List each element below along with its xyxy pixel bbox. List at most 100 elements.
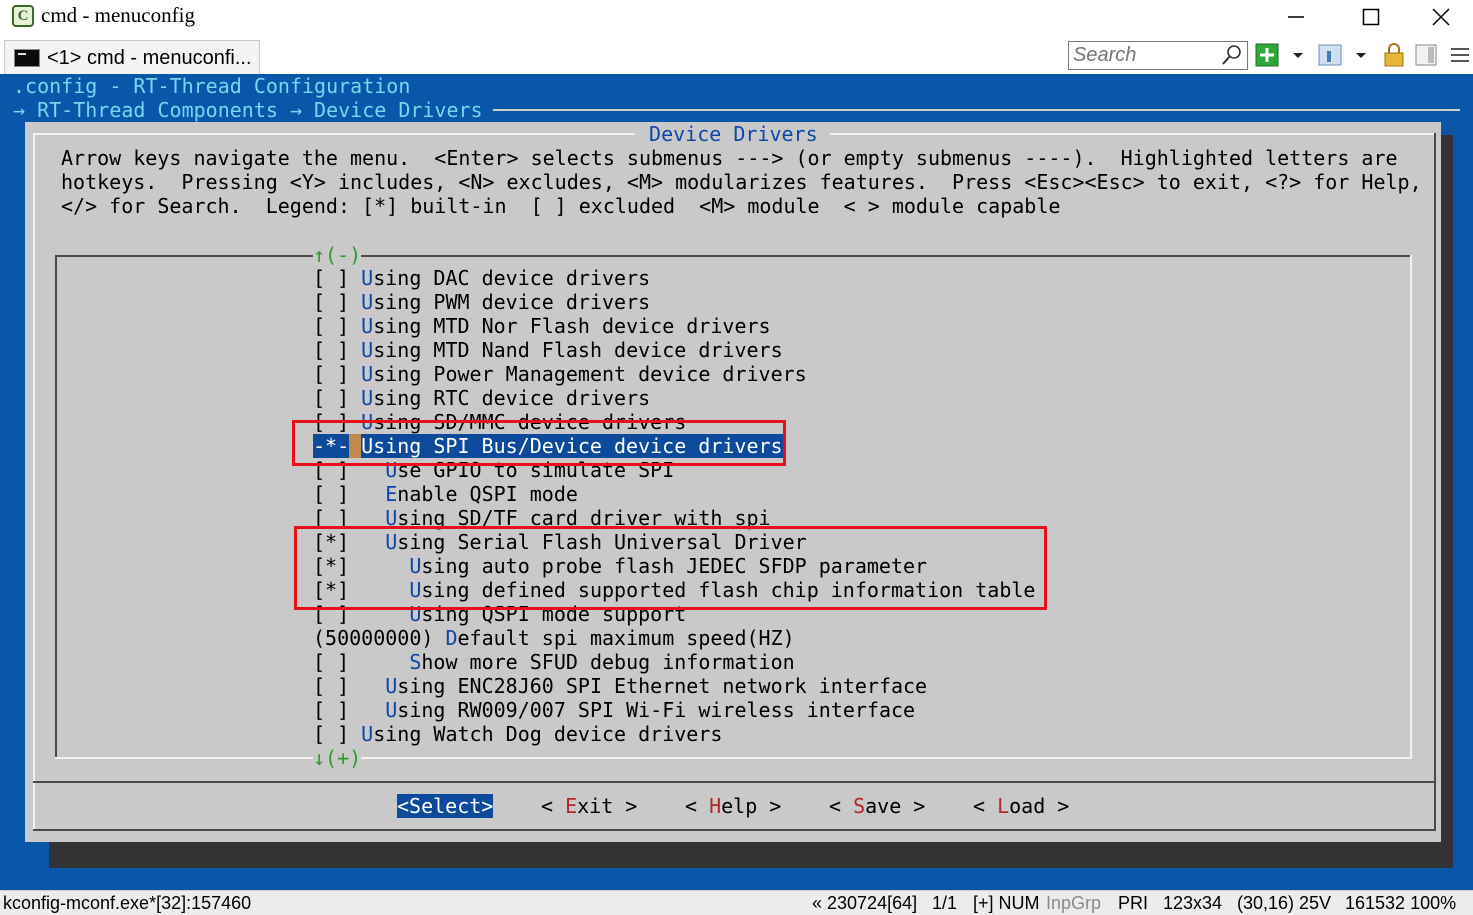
menu-item-hotkey: U: [361, 314, 374, 338]
annotation-box-sfud: [294, 526, 1047, 610]
menu-item-hotkey: S: [409, 650, 422, 674]
new-console-icon[interactable]: [1255, 43, 1279, 67]
menu-item-state: [ ]: [313, 290, 362, 314]
menu-item-hotkey: U: [361, 386, 374, 410]
dialog-border: [33, 133, 35, 830]
menu-item-label: sing RTC device drivers: [373, 386, 651, 410]
menu-item-label: sing ENC28J60 SPI Ethernet network inter…: [397, 674, 928, 698]
panel-icon[interactable]: [1414, 43, 1438, 67]
menu-item[interactable]: [ ] Using PWM device drivers: [313, 290, 650, 314]
help-text-line: Arrow keys navigate the menu. <Enter> se…: [61, 146, 1398, 170]
dialog-shadow: [1441, 135, 1453, 868]
button-label-part: <: [397, 794, 410, 818]
breadcrumb: → RT-Thread Components → Device Drivers: [13, 98, 483, 122]
dialog-button[interactable]: < Load >: [973, 794, 1069, 818]
dialog-button[interactable]: < Save >: [829, 794, 925, 818]
menu-item[interactable]: [ ] Using MTD Nor Flash device drivers: [313, 314, 771, 338]
tab-bar: <1> cmd - menuconfi...: [0, 36, 1473, 74]
menu-item-state: [ ]: [313, 482, 386, 506]
title-bar: C cmd - menuconfig: [0, 0, 1473, 36]
menu-item[interactable]: [ ] Using MTD Nand Flash device drivers: [313, 338, 783, 362]
dialog-button[interactable]: < Exit >: [541, 794, 637, 818]
dropdown-icon[interactable]: [1287, 43, 1309, 67]
menu-item-label: sing MTD Nor Flash device drivers: [373, 314, 771, 338]
close-button[interactable]: [1406, 0, 1473, 34]
menu-item-hotkey: U: [361, 362, 374, 386]
menuconfig-dialog: [25, 122, 1441, 842]
menu-item-label: sing Power Management device drivers: [373, 362, 807, 386]
search-icon[interactable]: [1221, 44, 1243, 66]
menu-item[interactable]: [ ] Using Power Management device driver…: [313, 362, 807, 386]
menu-icon[interactable]: [1448, 43, 1472, 67]
menu-item-label: sing Watch Dog device drivers: [373, 722, 723, 746]
status-process: kconfig-mconf.exe*[32]:157460: [3, 893, 252, 913]
status-bar: kconfig-mconf.exe*[32]:157460 « 230724[6…: [0, 890, 1473, 915]
status-field: « 230724[64]: [812, 893, 918, 913]
button-label-part: elect>: [421, 794, 494, 818]
dialog-button[interactable]: < Help >: [685, 794, 781, 818]
scroll-up-indicator: ↑(-): [313, 243, 362, 267]
menu-item-hotkey: U: [361, 338, 374, 362]
menu-item-hotkey: U: [361, 290, 374, 314]
menu-item[interactable]: (50000000) Default spi maximum speed(HZ): [313, 626, 795, 650]
button-label-part: S: [409, 794, 422, 818]
dialog-button[interactable]: <Select>: [397, 794, 494, 818]
button-label-part: <: [829, 794, 854, 818]
menu-item[interactable]: [ ] Using ENC28J60 SPI Ethernet network …: [313, 674, 927, 698]
dialog-title: Device Drivers: [637, 122, 830, 146]
button-label-part: oad >: [1009, 794, 1070, 818]
menu-box-border: [1410, 255, 1412, 758]
help-text-line: hotkeys. Pressing <Y> includes, <N> excl…: [61, 170, 1422, 194]
menu-box-border: [55, 255, 1411, 257]
minimize-button[interactable]: [1261, 0, 1331, 34]
scroll-down-indicator: ↓(+): [313, 746, 362, 770]
menu-item[interactable]: [ ] Show more SFUD debug information: [313, 650, 795, 674]
menu-item[interactable]: [ ] Using Watch Dog device drivers: [313, 722, 722, 746]
menu-item-state: [ ]: [313, 386, 362, 410]
lock-icon[interactable]: [1382, 43, 1406, 67]
help-text-line: </> for Search. Legend: [*] built-in [ ]…: [61, 194, 1061, 218]
menu-item[interactable]: [ ] Enable QSPI mode: [313, 482, 578, 506]
maximize-button[interactable]: [1336, 0, 1406, 34]
menu-item-hotkey: U: [385, 674, 398, 698]
status-field: 123x34: [1163, 893, 1223, 913]
menu-item-label: nable QSPI mode: [397, 482, 578, 506]
close-icon: [1432, 8, 1450, 26]
status-field: (30,16) 25V: [1237, 893, 1332, 913]
button-label-part: xit >: [577, 794, 638, 818]
terminal-icon: [14, 49, 40, 67]
view-icon[interactable]: [1318, 43, 1342, 67]
dialog-border: [1434, 133, 1436, 830]
button-label-part: <: [541, 794, 566, 818]
dropdown-icon[interactable]: [1350, 43, 1372, 67]
menu-item[interactable]: [ ] Using RW009/007 SPI Wi-Fi wireless i…: [313, 698, 915, 722]
status-field: 161532 100%: [1345, 893, 1457, 913]
app-icon: C: [12, 5, 34, 27]
button-label-part: <: [973, 794, 998, 818]
window-title: cmd - menuconfig: [41, 3, 195, 27]
button-label-part: ave >: [865, 794, 926, 818]
menu-item[interactable]: [ ] Using DAC device drivers: [313, 266, 650, 290]
menu-item-state: [ ]: [313, 266, 362, 290]
menu-item-state: [ ]: [313, 674, 386, 698]
menu-item-label: how more SFUD debug information: [421, 650, 795, 674]
button-label-part: elp >: [721, 794, 782, 818]
menu-item-label: efault spi maximum speed(HZ): [457, 626, 795, 650]
menu-item[interactable]: [ ] Using RTC device drivers: [313, 386, 650, 410]
button-label-part: S: [853, 794, 866, 818]
menu-item-hotkey: D: [445, 626, 458, 650]
button-label-part: H: [709, 794, 722, 818]
menu-item-state: [ ]: [313, 362, 362, 386]
menu-item-label: sing PWM device drivers: [373, 290, 651, 314]
menu-item-state: [ ]: [313, 650, 410, 674]
search-box[interactable]: [1068, 41, 1248, 70]
dialog-border: [830, 133, 1435, 135]
dialog-border: [33, 829, 1436, 831]
minimize-icon: [1288, 16, 1304, 18]
search-input[interactable]: [1073, 43, 1213, 68]
console-tab[interactable]: <1> cmd - menuconfi...: [4, 40, 260, 74]
menu-item-hotkey: E: [385, 482, 398, 506]
button-label-part: <: [685, 794, 710, 818]
button-label-part: E: [565, 794, 578, 818]
maximize-icon: [1362, 8, 1380, 26]
